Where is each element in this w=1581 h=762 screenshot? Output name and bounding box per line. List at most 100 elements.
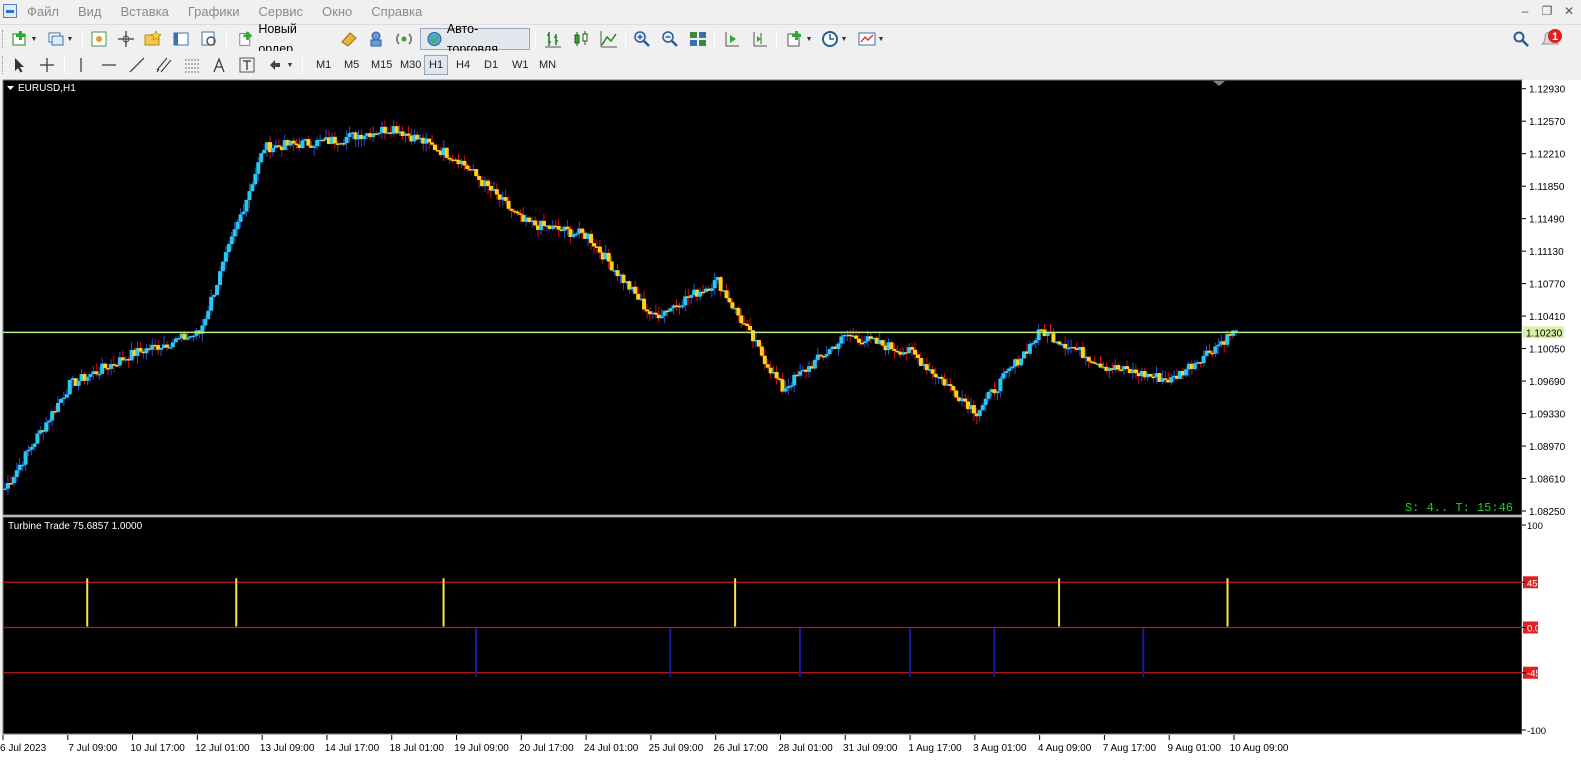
bar-chart-button[interactable] xyxy=(542,28,564,50)
price-pane[interactable] xyxy=(2,79,1523,516)
price-tick-label: 1.08250 xyxy=(1529,507,1566,518)
terminal-button[interactable] xyxy=(170,28,192,50)
text-label-tool-button[interactable] xyxy=(236,54,258,76)
new-chart-button[interactable]: ▼ xyxy=(8,28,40,50)
candle-body xyxy=(515,211,520,214)
timeframe-d1-button[interactable]: D1 xyxy=(479,55,503,75)
candle-body xyxy=(250,184,255,192)
candle-body xyxy=(736,307,741,316)
candle-body xyxy=(1133,369,1138,374)
candle-body xyxy=(291,140,296,144)
menu-item[interactable]: Окно xyxy=(322,5,352,19)
strategy-tester-button[interactable] xyxy=(198,28,220,50)
timeframe-h4-button[interactable]: H4 xyxy=(451,55,475,75)
chart-shift-button[interactable] xyxy=(749,28,771,50)
chart-area[interactable]: 1.12930 1.12570 1.12210 1.11850 1.11490 1.111… xyxy=(0,78,1581,762)
chart-window: 1.12930 1.12570 1.12210 1.11850 1.11490 1.111… xyxy=(0,78,1581,762)
timeframe-mn-button[interactable]: MN xyxy=(534,55,561,75)
search-button[interactable] xyxy=(1510,28,1532,50)
indicators-button[interactable]: ▼ xyxy=(783,28,815,50)
candle-body xyxy=(1207,350,1212,353)
timeframe-m1-button[interactable]: M1 xyxy=(311,55,336,75)
zoom-out-button[interactable] xyxy=(659,28,681,50)
notification-count: 1 xyxy=(1552,31,1558,43)
close-icon[interactable]: ✕ xyxy=(1563,4,1575,18)
channel-tool-button[interactable] xyxy=(153,54,175,76)
candle-body xyxy=(1116,365,1121,370)
candle-body xyxy=(1019,358,1024,366)
fibonacci-tool-button[interactable] xyxy=(181,54,203,76)
auto-scroll-button[interactable] xyxy=(721,28,743,50)
minimize-icon[interactable]: – xyxy=(1519,4,1531,18)
candle-body xyxy=(963,398,968,402)
timeframe-w1-button[interactable]: W1 xyxy=(507,55,534,75)
crosshair-icon xyxy=(40,58,54,72)
candle-body xyxy=(818,354,823,357)
metaeditor-button[interactable] xyxy=(338,28,360,50)
candle-body xyxy=(1007,368,1012,372)
indicator-pane[interactable] xyxy=(2,516,1523,735)
arrows-icon xyxy=(269,60,280,70)
menu-item[interactable]: Файл xyxy=(27,5,59,19)
menu-item[interactable]: Сервис xyxy=(259,5,304,19)
notifications-button[interactable]: 1 xyxy=(1538,28,1564,50)
horizontal-line-tool-button[interactable] xyxy=(98,54,120,76)
crosshair-tool-button[interactable] xyxy=(36,54,58,76)
time-tick-label: 14 Jul 17:00 xyxy=(325,743,380,754)
menu-item[interactable]: Справка xyxy=(371,5,422,19)
toolbar-grip xyxy=(2,56,5,74)
candle-body xyxy=(23,451,28,465)
horizontal-line-icon xyxy=(102,64,116,66)
periods-button[interactable]: ▼ xyxy=(818,28,850,50)
experts-button[interactable] xyxy=(365,28,387,50)
candle-body xyxy=(668,308,673,312)
vertical-line-tool-button[interactable] xyxy=(70,54,92,76)
candle-body xyxy=(321,139,326,142)
arrows-tool-button[interactable]: ▼ xyxy=(264,54,296,76)
candle-body xyxy=(892,349,897,351)
app-icon[interactable] xyxy=(3,4,17,18)
candle-body xyxy=(756,340,761,347)
price-tick-label: 1.11130 xyxy=(1529,247,1564,258)
timeframe-m15-button[interactable]: M15 xyxy=(366,55,397,75)
candle-body xyxy=(1125,366,1130,370)
time-tick-label: 12 Jul 01:00 xyxy=(195,743,250,754)
candle-body xyxy=(167,347,172,349)
navigator-button[interactable] xyxy=(115,28,137,50)
market-watch-button[interactable] xyxy=(88,28,110,50)
candle-body xyxy=(276,145,281,147)
menu-item[interactable]: Вид xyxy=(78,5,102,19)
timeframe-m5-button[interactable]: M5 xyxy=(339,55,364,75)
restore-icon[interactable]: ❐ xyxy=(1541,4,1553,18)
profiles-icon xyxy=(48,32,64,46)
candlestick-button[interactable] xyxy=(570,28,592,50)
signals-button[interactable] xyxy=(393,28,415,50)
candle-body xyxy=(533,220,538,226)
zoom-in-button[interactable] xyxy=(631,28,653,50)
menu-item[interactable]: Графики xyxy=(188,5,240,19)
price-tick-label: 1.12930 xyxy=(1529,85,1566,96)
candle-body xyxy=(185,337,190,340)
templates-button[interactable]: ▼ xyxy=(855,28,887,50)
candle-body xyxy=(8,483,13,485)
profiles-button[interactable]: ▼ xyxy=(44,28,76,50)
tile-windows-button[interactable] xyxy=(687,28,709,50)
new-order-button[interactable]: Новый ордер xyxy=(232,22,334,56)
candle-body xyxy=(97,373,102,376)
cursor-tool-button[interactable] xyxy=(8,54,30,76)
price-tick-label: 1.11490 xyxy=(1529,215,1565,226)
trendline-tool-button[interactable] xyxy=(126,54,148,76)
timeframe-h1-button[interactable]: H1 xyxy=(424,55,449,75)
time-tick-label: 7 Jul 09:00 xyxy=(68,743,117,754)
menu-item[interactable]: Вставка xyxy=(121,5,169,19)
auto-trading-button[interactable]: Авто-торговля xyxy=(420,22,530,56)
candle-body xyxy=(406,133,411,136)
line-chart-button[interactable] xyxy=(598,28,620,50)
data-window-button[interactable] xyxy=(142,28,164,50)
timeframe-m30-button[interactable]: M30 xyxy=(395,55,426,75)
candle-body xyxy=(745,323,750,326)
notification-bell-icon: 1 xyxy=(1540,29,1562,45)
candle-body xyxy=(1148,373,1153,377)
text-tool-button[interactable] xyxy=(208,54,230,76)
candle-body xyxy=(556,225,561,230)
